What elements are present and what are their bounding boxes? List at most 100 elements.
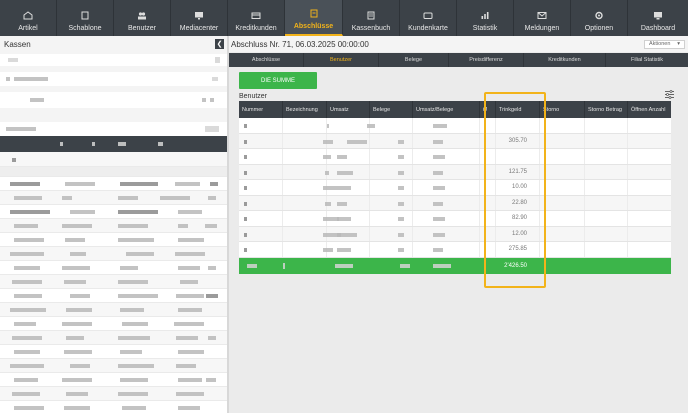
- table-cell: [628, 165, 671, 180]
- nav-meldungen[interactable]: Meldungen: [514, 0, 571, 36]
- kassen-row[interactable]: [0, 303, 227, 317]
- table-cell: [327, 242, 370, 257]
- section-title: Benutzer: [239, 93, 268, 100]
- trinkgeld-cell: 12.00: [496, 226, 540, 241]
- kassen-row[interactable]: [0, 275, 227, 289]
- kassen-row[interactable]: [0, 205, 227, 219]
- col-storno[interactable]: Storno: [540, 101, 585, 118]
- col-nummer[interactable]: Nummer: [239, 101, 283, 118]
- nav-statistik[interactable]: Statistik: [457, 0, 514, 36]
- kassen-row[interactable]: [0, 331, 227, 345]
- nav-kreditkunden[interactable]: Kreditkunden: [228, 0, 285, 36]
- trinkgeld-cell: [496, 118, 540, 133]
- table-row[interactable]: 10.00: [239, 180, 671, 196]
- col-trinkgeld[interactable]: Trinkgeld: [496, 101, 540, 118]
- table-cell: [480, 226, 496, 241]
- kassen-row[interactable]: [0, 345, 227, 359]
- table-cell: [628, 180, 671, 195]
- col-oeffnen-anzahl[interactable]: Öffnen Anzahl: [628, 101, 671, 118]
- tab-kreditkunden[interactable]: Kreditkunden: [524, 53, 606, 67]
- table-cell: [480, 133, 496, 148]
- kassen-row[interactable]: [0, 289, 227, 303]
- table-cell: [540, 133, 585, 148]
- table-cell: [370, 211, 413, 226]
- table-row[interactable]: 121.75: [239, 164, 671, 180]
- table-row[interactable]: 275.85: [239, 242, 671, 258]
- kassen-row[interactable]: [0, 247, 227, 261]
- nav-artikel[interactable]: Artikel: [0, 0, 57, 36]
- table-cell: [628, 242, 671, 257]
- table-cell: [327, 118, 375, 133]
- tab-preisdifferenz[interactable]: Preisdifferenz: [449, 53, 524, 67]
- table-cell: [239, 195, 283, 210]
- column-settings-icon[interactable]: [665, 90, 674, 99]
- kassen-row[interactable]: [0, 261, 227, 275]
- tab-filial-statistik[interactable]: Filial Statistik: [606, 53, 688, 67]
- nav-label: Optionen: [584, 25, 614, 32]
- nav-optionen[interactable]: Optionen: [571, 0, 628, 36]
- col-avg[interactable]: Ø: [480, 101, 496, 118]
- tab-belege[interactable]: Belege: [379, 53, 449, 67]
- table-cell: [239, 133, 283, 148]
- kassen-row[interactable]: [0, 177, 227, 191]
- nav-mediacenter[interactable]: Mediacenter: [171, 0, 228, 36]
- kassen-row[interactable]: [0, 373, 227, 387]
- die-summe-button[interactable]: DIE SUMME: [239, 72, 317, 89]
- kassen-row[interactable]: [0, 317, 227, 331]
- table-cell: [327, 164, 370, 179]
- nav-label: Kreditkunden: [235, 25, 277, 32]
- kassen-row[interactable]: [0, 401, 227, 413]
- kassen-list-item[interactable]: [0, 122, 227, 136]
- collapse-panel-button[interactable]: ❮: [215, 39, 224, 49]
- table-row[interactable]: [239, 118, 671, 134]
- nav-kundenkarte[interactable]: Kundenkarte: [400, 0, 457, 36]
- table-cell: [413, 164, 480, 179]
- table-cell: [283, 242, 333, 257]
- tab-benutzer[interactable]: Benutzer: [304, 53, 379, 67]
- kassen-list-item[interactable]: [0, 92, 227, 108]
- table-row[interactable]: 12.00: [239, 226, 671, 242]
- kassen-row[interactable]: [0, 191, 227, 205]
- nav-dashboard[interactable]: Dashboard: [628, 0, 688, 36]
- kassen-row[interactable]: [0, 359, 227, 373]
- nav-schablone[interactable]: Schablone: [57, 0, 114, 36]
- table-cell: [283, 118, 329, 133]
- aktionen-dropdown[interactable]: Aktionen ▾: [644, 39, 685, 49]
- nav-abschluesse[interactable]: Abschlüsse: [285, 0, 343, 36]
- col-belege[interactable]: Belege: [370, 101, 413, 118]
- kassen-table-header: [0, 136, 227, 152]
- kassen-row[interactable]: [0, 233, 227, 247]
- table-cell: [480, 195, 496, 210]
- kassen-list-item[interactable]: [0, 72, 227, 86]
- col-umsatz[interactable]: Umsatz: [327, 101, 370, 118]
- table-cell: [480, 180, 496, 195]
- kassen-list-item[interactable]: [0, 54, 227, 66]
- nav-benutzer[interactable]: Benutzer: [114, 0, 171, 36]
- table-cell: [327, 149, 370, 164]
- total-row: 2'426.50: [239, 257, 671, 274]
- table-cell: [327, 211, 370, 226]
- table-row[interactable]: 82.90: [239, 211, 671, 227]
- tab-abschluesse[interactable]: Abschlüsse: [229, 53, 304, 67]
- table-cell: [239, 180, 283, 195]
- total-trinkgeld: 2'426.50: [496, 257, 540, 274]
- kassen-row[interactable]: [0, 152, 227, 167]
- table-row[interactable]: [239, 149, 671, 165]
- table-cell: [628, 118, 671, 133]
- table-cell: [585, 242, 628, 257]
- table-row[interactable]: 305.70: [239, 133, 671, 149]
- table-cell: [585, 180, 628, 195]
- kassen-row[interactable]: [0, 219, 227, 233]
- table-cell: [540, 242, 585, 257]
- kassen-title: Kassen: [4, 39, 31, 49]
- table-row[interactable]: 22.80: [239, 195, 671, 211]
- kassen-row[interactable]: [0, 387, 227, 401]
- benutzer-icon: [137, 11, 147, 20]
- table-cell: [585, 149, 628, 164]
- col-storno-betrag[interactable]: Storno Betrag: [585, 101, 628, 118]
- col-bezeichnung[interactable]: Bezeichnung: [283, 101, 327, 118]
- nav-label: Mediacenter: [179, 25, 219, 32]
- statistik-icon: [480, 11, 490, 20]
- col-umsatz-belege[interactable]: Umsatz/Belege: [413, 101, 480, 118]
- nav-kassenbuch[interactable]: Kassenbuch: [343, 0, 400, 36]
